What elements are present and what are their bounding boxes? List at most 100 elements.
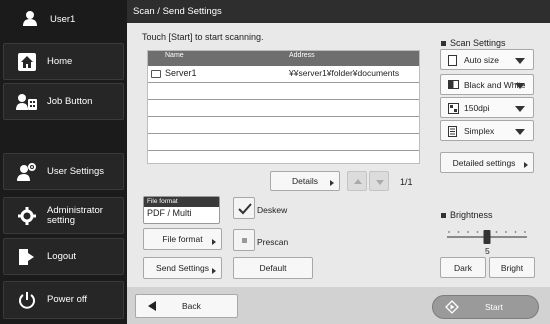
brightness-tick [524,231,526,233]
administrator-setting-button[interactable]: Administrator setting [3,197,124,234]
brightness-tick [514,231,517,233]
user-area[interactable]: User1 [0,0,127,38]
start-button[interactable]: Start [432,295,539,319]
prescan-checkbox[interactable] [233,229,255,251]
dark-button-label: Dark [454,262,472,273]
send-settings-button[interactable]: Send Settings [143,257,222,279]
job-button-icon [16,91,38,113]
scan-settings-title-text: Scan Settings [450,38,506,48]
chevron-right-icon [524,162,528,168]
page-title: Scan / Send Settings [127,0,550,23]
brightness-slider-thumb[interactable] [483,230,491,244]
main-panel: Scan / Send Settings Touch [Start] to st… [127,0,550,324]
gear-icon [16,205,38,227]
bright-button-label: Bright [500,262,524,273]
scroll-up-button[interactable] [347,171,367,191]
instruction-text: Touch [Start] to start scanning. [142,32,264,42]
unchecked-indicator-icon [242,238,247,243]
scan-settings-title: Scan Settings [441,38,506,48]
table-row-empty[interactable] [148,100,419,117]
bright-button[interactable]: Bright [489,257,535,278]
administrator-label-line1: Administrator [47,204,103,216]
resolution-value: 150dpi [464,103,490,113]
chevron-right-icon [212,268,216,274]
scroll-down-button[interactable] [369,171,389,191]
start-icon [445,300,459,314]
file-format-button-label: File format [162,234,203,244]
dark-button[interactable]: Dark [440,257,486,278]
details-button[interactable]: Details [270,171,340,191]
bullet-square-icon [441,40,446,46]
bottom-bar: Back Start [127,287,550,324]
size-select[interactable]: Auto size [440,49,534,70]
home-button[interactable]: Home [3,43,124,80]
detailed-settings-button[interactable]: Detailed settings [440,152,534,173]
file-format-display: File format PDF / Multi [143,196,220,224]
logout-label: Logout [47,250,77,262]
brightness-tick [448,231,450,233]
table-row-empty[interactable] [148,134,419,151]
sides-value: Simplex [464,126,495,136]
dropdown-arrow-icon [515,129,525,135]
table-row-empty[interactable] [148,83,419,100]
administrator-setting-label: Administrator setting [47,204,103,226]
details-label: Details [292,176,318,186]
send-settings-button-label: Send Settings [156,263,209,273]
file-format-caption: File format [144,197,219,207]
brightness-slider-track [447,230,527,244]
logout-icon [16,246,38,268]
brightness-value: 5 [485,246,490,256]
check-icon [238,203,252,215]
dropdown-arrow-icon [515,106,525,112]
dropdown-arrow-icon [515,83,525,89]
brightness-tick [476,231,479,233]
folder-icon [151,70,161,78]
table-header: Name Address [148,51,419,66]
chevron-right-icon [330,180,334,186]
brightness-tick [467,231,469,233]
job-button[interactable]: Job Button [3,83,124,120]
start-label: Start [485,302,503,312]
brightness-tick [457,231,460,233]
sides-select[interactable]: Simplex [440,120,534,141]
size-value: Auto size [464,55,499,65]
administrator-label-line2: setting [47,214,75,226]
row-name: Server1 [165,68,197,78]
file-format-button[interactable]: File format [143,228,222,250]
chevron-right-icon [212,239,216,245]
power-icon [16,289,38,311]
sidebar: User1 Home Job Button User Settings Admi… [0,0,127,324]
color-mode-select[interactable]: Black and White [440,74,534,95]
row-address: ¥¥server1¥folder¥documents [289,68,400,78]
default-button[interactable]: Default [233,257,313,279]
page-indicator: 1/1 [400,177,413,187]
logout-button[interactable]: Logout [3,238,124,275]
black-white-icon [448,80,459,89]
column-header-name: Name [165,52,184,59]
back-arrow-icon [148,301,156,311]
resolution-select[interactable]: 150dpi [440,97,534,118]
page-size-icon [448,55,457,66]
bullet-square-icon [441,212,446,218]
job-button-label: Job Button [47,95,93,107]
back-label: Back [182,301,201,311]
brightness-slider[interactable] [443,227,531,247]
user-name: User1 [50,13,76,25]
detailed-settings-label: Detailed settings [452,157,516,168]
deskew-checkbox[interactable] [233,197,255,219]
user-settings-icon [16,161,38,183]
power-off-button[interactable]: Power off [3,281,124,319]
brightness-tick [495,231,498,233]
brightness-title: Brightness [441,210,493,220]
destination-table: Name Address Server1 ¥¥server1¥folder¥do… [147,50,420,164]
table-row[interactable]: Server1 ¥¥server1¥folder¥documents [148,66,419,83]
prescan-label: Prescan [257,237,289,247]
user-icon [22,10,38,28]
table-row-empty[interactable] [148,151,419,163]
user-settings-button[interactable]: User Settings [3,153,124,190]
home-label: Home [47,55,73,67]
column-header-address: Address [289,52,315,59]
simplex-icon [448,126,457,137]
table-row-empty[interactable] [148,117,419,134]
back-button[interactable]: Back [135,294,238,318]
